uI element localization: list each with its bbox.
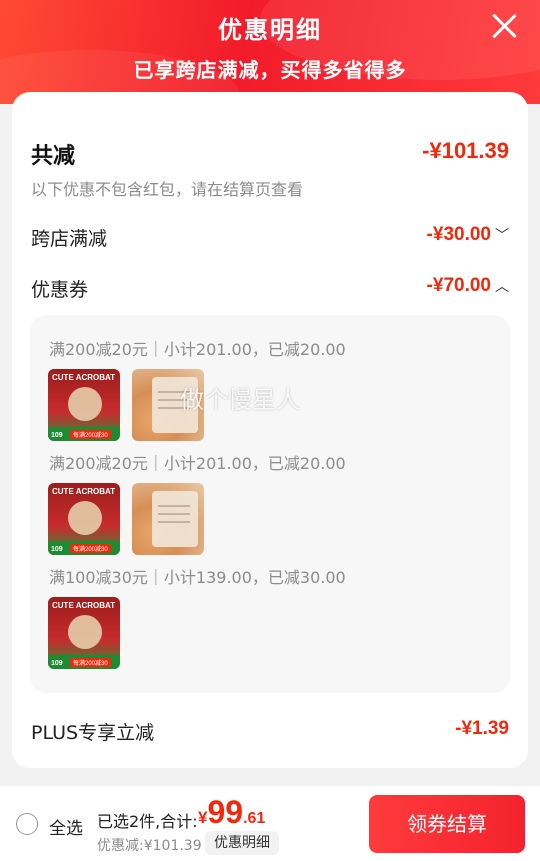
total-discount-label: 共减 (31, 144, 76, 169)
coupon-group-products: CUTE ACROBAT 109 每满200减30 (48, 597, 120, 669)
selected-count-text: 已选2件,合计: (97, 812, 198, 831)
cross-store-label: 跨店满减 (31, 228, 108, 250)
header-subtitle: 已享跨店满减，买得多省得多 (133, 58, 407, 82)
plus-discount-label: PLUS专享立减 (31, 722, 155, 744)
product-thumbnail[interactable]: CUTE ACROBAT 109 每满200减30 (48, 597, 120, 669)
discount-detail-header: 优惠明细 已享跨店满减，买得多省得多 (0, 0, 540, 104)
total-discount-value: -¥101.39 (422, 138, 509, 163)
product-thumbnail[interactable]: CUTE ACROBAT 109 每满200减30 (48, 369, 120, 441)
watermark: 做个慢星人 (180, 386, 300, 414)
product-thumbnail[interactable]: CUTE ACROBAT 109 每满200减30 (48, 483, 120, 555)
total-amount: ¥99.61 (198, 794, 266, 830)
discount-card: 共减 -¥101.39 以下优惠不包含红包，请在结算页查看 跨店满减 -¥30.… (12, 92, 528, 768)
coupon-group-title: 满200减20元｜小计201.00，已减20.00 (49, 454, 346, 473)
checkout-button[interactable]: 领券结算 (369, 795, 525, 853)
discount-hint: 以下优惠不包含红包，请在结算页查看 (31, 180, 304, 199)
discount-amount-text: 优惠减:¥101.39 (97, 838, 202, 854)
close-icon[interactable] (490, 12, 518, 40)
select-all-radio-icon[interactable] (16, 813, 38, 835)
discount-detail-button[interactable]: 优惠明细 (205, 831, 279, 855)
coupon-group-products: CUTE ACROBAT 109 每满200减30 (48, 483, 204, 555)
coupon-label: 优惠券 (31, 279, 89, 301)
coupon-group-title: 满100减30元｜小计139.00，已减30.00 (49, 568, 346, 587)
header-title: 优惠明细 (218, 16, 322, 44)
product-thumbnail[interactable] (132, 483, 204, 555)
cross-store-row[interactable]: 跨店满减 -¥30.00 ﹀ (31, 224, 509, 254)
select-all-label[interactable]: 全选 (49, 814, 83, 839)
plus-discount-value: -¥1.39 (455, 718, 509, 739)
chevron-up-icon: ︿ (495, 278, 509, 294)
chevron-down-icon: ﹀ (495, 227, 509, 243)
coupon-value: -¥70.00 ︿ (426, 275, 509, 296)
checkout-bar: 全选 已选2件,合计: ¥99.61 优惠减:¥101.39 优惠明细 领券结算 (0, 786, 540, 861)
cross-store-value: -¥30.00 ﹀ (426, 224, 509, 245)
coupon-group-title: 满200减20元｜小计201.00，已减20.00 (49, 340, 346, 359)
coupon-row[interactable]: 优惠券 -¥70.00 ︿ (31, 275, 509, 305)
coupon-details-box: 满200减20元｜小计201.00，已减20.00 CUTE ACROBAT 1… (30, 315, 510, 693)
